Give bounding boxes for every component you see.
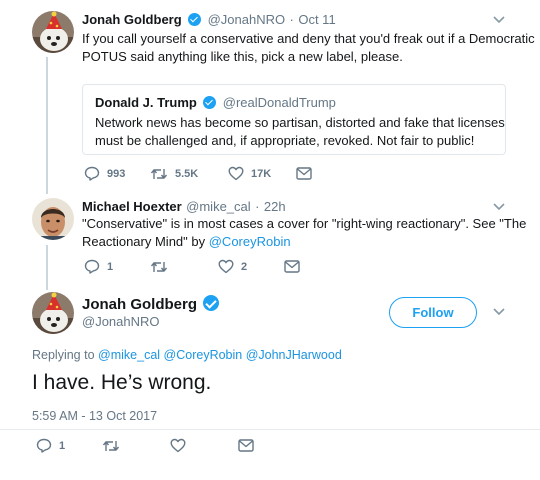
author-name[interactable]: Michael Hoexter (82, 199, 182, 214)
main-tweet-text: I have. He’s wrong. (32, 371, 212, 394)
main-tweet-actions: 1 (36, 438, 254, 453)
tweet2-text-line1: "Conservative" is in most cases a cover … (82, 216, 527, 231)
quoted-text-line2: must be challenged and, if appropriate, … (95, 133, 475, 148)
tweet2-text: "Conservative" is in most cases a cover … (82, 215, 527, 251)
retweet-icon (150, 261, 168, 272)
reply-mention-link[interactable]: @CoreyRobin (164, 348, 243, 362)
like-action[interactable] (170, 438, 238, 453)
reply-icon (36, 438, 52, 453)
avatar-jonah-goldberg[interactable] (32, 292, 74, 334)
dm-action[interactable] (296, 167, 312, 180)
chevron-down-icon[interactable] (492, 15, 506, 25)
retweet-count: 5.5K (175, 167, 199, 180)
dm-action[interactable] (238, 439, 254, 452)
tweet1-actions: 993 5.5K 17K (84, 166, 312, 181)
dm-action[interactable] (284, 260, 300, 273)
like-action[interactable]: 2 (218, 259, 284, 274)
like-icon (228, 166, 244, 181)
verified-badge-icon (203, 96, 217, 109)
thread-line (46, 245, 48, 290)
separator: · (289, 12, 294, 27)
reply-action[interactable]: 993 (84, 166, 150, 181)
author-name[interactable]: Jonah Goldberg (82, 296, 197, 313)
dm-icon (238, 439, 254, 452)
reply-count: 993 (107, 167, 126, 180)
retweet-action[interactable] (150, 260, 218, 274)
reply-mention-link[interactable]: @JohnJHarwood (246, 348, 342, 362)
replying-to: Replying to @mike_cal @CoreyRobin @JohnJ… (32, 348, 342, 362)
verified-badge-icon (188, 13, 202, 26)
like-icon (218, 259, 234, 274)
mention-link[interactable]: @CoreyRobin (209, 234, 291, 249)
like-icon (170, 438, 186, 453)
author-handle[interactable]: @mike_cal (186, 199, 251, 214)
author-handle[interactable]: @JonahNRO (208, 12, 286, 27)
retweet-icon (150, 168, 168, 179)
tweet2-header: Michael Hoexter @mike_cal · 22h (82, 198, 286, 216)
quoted-author-handle: @realDonaldTrump (222, 95, 336, 110)
tweet1-text-line1: If you call yourself a conservative and … (82, 31, 535, 46)
chevron-down-icon[interactable] (492, 202, 506, 212)
chevron-down-icon[interactable] (492, 307, 506, 317)
dm-icon (296, 167, 312, 180)
reply-mention-link[interactable]: @mike_cal (98, 348, 160, 362)
tweet-date[interactable]: Oct 11 (298, 12, 335, 27)
thread-line (46, 57, 48, 194)
avatar-jonah-goldberg[interactable] (32, 11, 74, 53)
tweet-date[interactable]: 22h (264, 199, 286, 214)
tweet-timestamp[interactable]: 5:59 AM - 13 Oct 2017 (32, 409, 157, 423)
tweet2-actions: 1 2 (84, 259, 300, 274)
verified-badge-icon (203, 295, 220, 311)
tweet1-header: Jonah Goldberg @JonahNRO · Oct 11 (82, 11, 336, 29)
reply-icon (84, 259, 100, 274)
follow-button[interactable]: Follow (389, 297, 477, 328)
reply-action[interactable]: 1 (36, 438, 102, 453)
quoted-text-line1: Network news has become so partisan, dis… (95, 115, 505, 130)
like-action[interactable]: 17K (228, 166, 296, 181)
main-tweet-header: Jonah Goldberg (82, 295, 221, 314)
divider (0, 429, 540, 430)
reply-icon (84, 166, 100, 181)
retweet-icon (102, 440, 120, 451)
tweet2-text-line2: Reactionary Mind" by (82, 234, 209, 249)
tweet1-text: If you call yourself a conservative and … (82, 30, 535, 66)
like-count: 2 (241, 260, 248, 273)
reply-action[interactable]: 1 (84, 259, 150, 274)
retweet-action[interactable]: 5.5K (150, 167, 228, 181)
separator: · (255, 199, 260, 214)
reply-count: 1 (59, 439, 66, 452)
author-name[interactable]: Jonah Goldberg (82, 12, 182, 27)
retweet-action[interactable] (102, 439, 170, 453)
reply-count: 1 (107, 260, 114, 273)
dm-icon (284, 260, 300, 273)
quoted-author-name: Donald J. Trump (95, 95, 197, 110)
tweet1-text-line2: POTUS said anything like this, pick a ne… (82, 49, 403, 64)
avatar-michael-hoexter[interactable] (32, 198, 74, 240)
author-handle[interactable]: @JonahNRO (82, 314, 160, 329)
replying-to-label: Replying to (32, 348, 95, 362)
like-count: 17K (251, 167, 272, 180)
quoted-tweet[interactable]: Donald J. Trump @realDonaldTrump Network… (82, 84, 506, 155)
